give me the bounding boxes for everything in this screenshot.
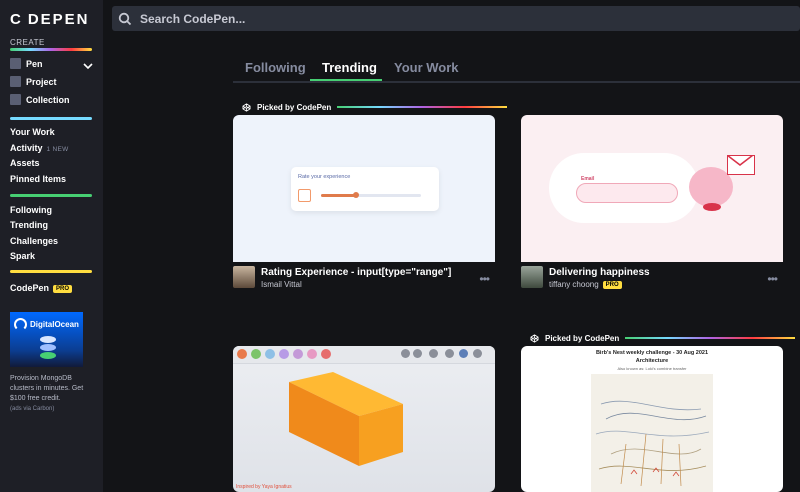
pen-meta: Rating Experience - input[type="range"] …	[233, 262, 495, 298]
sidebar-item-trending[interactable]: Trending	[10, 220, 48, 230]
sidebar-item-codepen-pro[interactable]: CodePen PRO	[10, 283, 73, 293]
rating-heading: Rate your experience	[298, 174, 351, 180]
face-icon	[298, 189, 311, 202]
pen-author-name: tiffany choong	[549, 280, 599, 289]
sidebar-item-assets[interactable]: Assets	[10, 158, 40, 168]
ad-image[interactable]: DigitalOcean	[10, 312, 83, 367]
create-pen-label: Pen	[26, 58, 43, 69]
sidebar-item-spark[interactable]: Spark	[10, 251, 35, 261]
picked-rainbow-line	[337, 106, 508, 108]
tab-your-work[interactable]: Your Work	[394, 60, 459, 75]
active-tab-indicator	[310, 79, 382, 81]
ad-brand: DigitalOcean	[14, 318, 79, 331]
pen-author[interactable]: tiffany choong PRO	[549, 280, 622, 289]
kirby-foot	[703, 203, 721, 211]
pen-card: Inspired by Yaya Ignatius	[233, 346, 495, 492]
project-icon	[10, 76, 21, 87]
create-collection-label: Collection	[26, 94, 70, 105]
author-pro-badge: PRO	[602, 280, 622, 289]
pen-preview[interactable]: Rate your experience	[233, 115, 495, 262]
database-stack-icon	[40, 336, 56, 362]
more-options-icon[interactable]: •••	[767, 272, 778, 286]
activity-label: Activity	[10, 143, 43, 153]
activity-new-badge: 1 NEW	[46, 146, 69, 153]
digitalocean-icon	[14, 318, 27, 331]
picked-text: Picked by CodePen	[257, 102, 332, 112]
picked-by-codepen-label: Picked by CodePen	[240, 101, 508, 113]
inspired-by-text: Inspired by Yaya Ignatius	[236, 484, 292, 490]
sidebar-item-activity[interactable]: Activity 1 NEW	[10, 143, 69, 153]
pro-label: CodePen	[10, 283, 50, 293]
create-label: CREATE	[10, 38, 45, 47]
picked-rainbow-line	[625, 337, 796, 339]
pen-preview[interactable]: Birb's Nest weekly challenge - 30 Aug 20…	[521, 346, 783, 492]
codepen-logo-text: C DEPEN	[10, 11, 90, 28]
challenge-caption: Also known as: Loki's combine transfer	[617, 366, 687, 371]
more-options-icon[interactable]: •••	[479, 272, 490, 286]
avatar[interactable]	[233, 266, 255, 288]
email-field[interactable]	[576, 183, 678, 203]
pen-author[interactable]: Ismail Vittal	[261, 280, 302, 289]
rating-slider-fill	[321, 194, 356, 197]
tab-trending[interactable]: Trending	[322, 60, 377, 75]
ad-via[interactable]: (ads via Carbon)	[10, 406, 54, 412]
divider-blue	[10, 117, 92, 120]
tab-following[interactable]: Following	[245, 60, 306, 75]
challenge-subheading: Architecture	[635, 358, 669, 364]
pen-meta: Delivering happiness tiffany choong PRO •…	[521, 262, 783, 298]
envelope-icon	[727, 155, 755, 175]
search-icon	[118, 12, 132, 26]
search-input[interactable]	[138, 10, 442, 27]
chevron-down-icon[interactable]	[83, 58, 93, 70]
search-bar[interactable]	[112, 6, 800, 31]
create-project-label: Project	[26, 76, 57, 87]
sidebar-item-pinned-items[interactable]: Pinned Items	[10, 174, 66, 184]
picked-by-codepen-label: Picked by CodePen	[528, 332, 796, 344]
create-divider	[10, 48, 92, 51]
rating-slider-thumb[interactable]	[353, 192, 359, 198]
pen-icon	[10, 58, 21, 69]
sidebar-item-your-work[interactable]: Your Work	[10, 127, 55, 137]
pen-title[interactable]: Delivering happiness	[549, 267, 650, 278]
sidebar: C DEPEN CREATE Pen Project Collection Yo…	[0, 0, 103, 492]
codepen-icon	[528, 332, 540, 344]
codepen-icon	[240, 101, 252, 113]
rating-widget: Rate your experience	[291, 167, 439, 211]
nest-sketch	[595, 400, 710, 487]
sidebar-item-challenges[interactable]: Challenges	[10, 236, 58, 246]
pen-card: Rate your experience Rating Experience -…	[233, 115, 495, 298]
challenge-heading: Birb's Nest weekly challenge - 30 Aug 20…	[595, 350, 709, 356]
create-pen-button[interactable]: Pen	[10, 58, 43, 69]
pen-preview[interactable]: Email	[521, 115, 783, 262]
avatar[interactable]	[521, 266, 543, 288]
pen-card: Email Delivering happiness tiffany choon…	[521, 115, 783, 298]
email-label: Email	[581, 176, 595, 182]
rating-slider[interactable]	[321, 192, 421, 198]
create-project-button[interactable]: Project	[10, 76, 57, 87]
ad-text[interactable]: Provision MongoDB clusters in minutes. G…	[10, 374, 96, 404]
isometric-box	[289, 372, 403, 466]
codepen-logo[interactable]: C DEPEN	[10, 11, 90, 28]
ad-brand-text: DigitalOcean	[30, 320, 79, 329]
picked-text: Picked by CodePen	[545, 333, 620, 343]
pro-badge: PRO	[53, 284, 73, 293]
pen-title[interactable]: Rating Experience - input[type="range"]	[261, 267, 451, 278]
pen-preview[interactable]: Inspired by Yaya Ignatius	[233, 346, 495, 492]
divider-green	[10, 194, 92, 197]
create-collection-button[interactable]: Collection	[10, 94, 70, 105]
collection-icon	[10, 94, 21, 105]
nest-artwork	[591, 374, 713, 492]
divider-yellow	[10, 270, 92, 273]
sidebar-item-following[interactable]: Following	[10, 205, 52, 215]
pen-card: Birb's Nest weekly challenge - 30 Aug 20…	[521, 346, 783, 492]
